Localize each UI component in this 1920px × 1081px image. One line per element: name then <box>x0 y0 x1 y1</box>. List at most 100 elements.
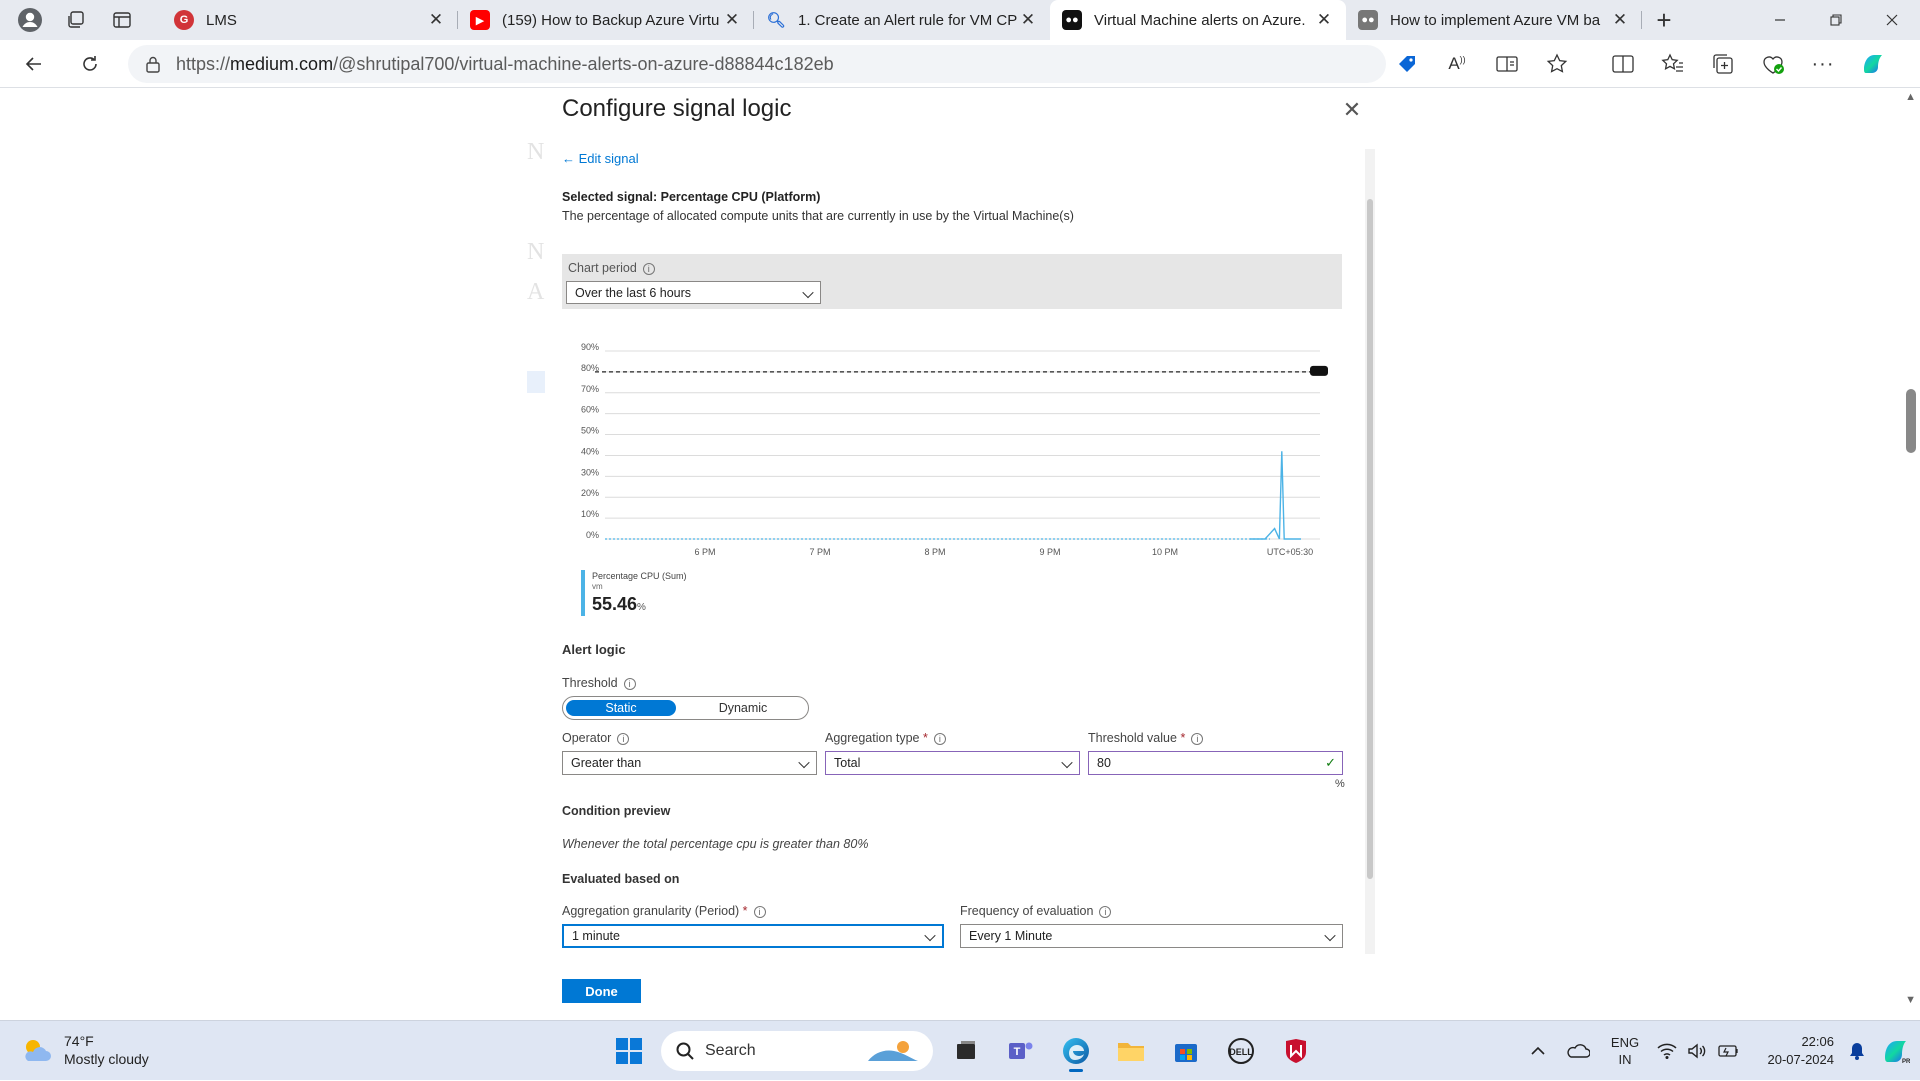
copilot-icon[interactable] <box>1848 44 1898 84</box>
chart-period-dropdown[interactable]: Over the last 6 hours <box>566 281 821 304</box>
toolbar-right: A)) ··· <box>1382 40 1898 88</box>
edge-icon[interactable] <box>1053 1029 1098 1073</box>
battery-icon[interactable] <box>1712 1031 1746 1071</box>
clock[interactable]: 22:06 20-07-2024 <box>1746 1033 1835 1069</box>
restore-icon[interactable] <box>1808 0 1864 40</box>
operator-dropdown[interactable]: Greater than <box>562 751 817 775</box>
dynamic-option[interactable]: Dynamic <box>683 700 803 716</box>
info-icon[interactable]: i <box>642 262 655 275</box>
address-bar[interactable]: https://medium.com/@shrutipal700/virtual… <box>128 45 1386 83</box>
close-tab-icon[interactable]: ✕ <box>1314 10 1334 30</box>
y-tick-label: 90% <box>581 342 599 352</box>
info-icon[interactable]: i <box>933 732 946 745</box>
medium-favicon: ●● <box>1358 10 1378 30</box>
shopping-tag-icon[interactable] <box>1382 44 1432 84</box>
tab-strip-left-controls <box>0 0 162 40</box>
dialog-scrollbar-thumb[interactable] <box>1367 199 1373 879</box>
legend-value-number: 55.46 <box>592 594 638 614</box>
task-view-icon[interactable] <box>943 1029 988 1073</box>
search-favicon: 🔍︎ <box>766 12 786 29</box>
aggregation-type-dropdown[interactable]: Total <box>825 751 1080 775</box>
back-icon[interactable] <box>12 44 56 84</box>
frequency-label-row: Frequency of evaluation i <box>960 904 1112 918</box>
done-button[interactable]: Done <box>562 979 641 1003</box>
tab-medium[interactable]: ●● How to implement Azure VM ba ✕ <box>1346 0 1642 40</box>
copilot-taskbar-icon[interactable]: PRE <box>1872 1031 1920 1071</box>
browser-essentials-icon[interactable] <box>1748 44 1798 84</box>
required-mark: * <box>742 904 748 918</box>
tab-lms[interactable]: G LMS ✕ <box>162 0 458 40</box>
static-option[interactable]: Static <box>566 700 676 716</box>
close-tab-icon[interactable]: ✕ <box>1610 10 1630 30</box>
close-window-icon[interactable] <box>1864 0 1920 40</box>
aggregation-type-label: Aggregation type <box>825 731 920 745</box>
page-scrollbar-thumb[interactable] <box>1906 389 1916 453</box>
tab-search[interactable]: 🔍︎ 1. Create an Alert rule for VM CP ✕ <box>754 0 1050 40</box>
info-icon[interactable]: i <box>617 732 630 745</box>
scroll-up-icon[interactable]: ▲ <box>1905 91 1916 103</box>
info-icon[interactable]: i <box>753 905 766 918</box>
file-explorer-icon[interactable] <box>1108 1029 1153 1073</box>
wifi-icon[interactable] <box>1652 1031 1682 1071</box>
tab-youtube[interactable]: ▶ (159) How to Backup Azure Virtu ✕ <box>458 0 754 40</box>
dialog-scrollbar[interactable] <box>1365 149 1375 954</box>
teams-icon[interactable]: T <box>998 1029 1043 1073</box>
immersive-reader-icon[interactable] <box>1482 44 1532 84</box>
chevron-down-icon <box>1061 756 1073 769</box>
background-glyph: N <box>527 139 545 165</box>
language-indicator[interactable]: ENG IN <box>1598 1034 1652 1068</box>
more-options-icon[interactable]: ··· <box>1798 44 1848 84</box>
notifications-icon[interactable] <box>1842 1031 1872 1071</box>
condition-preview-text: Whenever the total percentage cpu is gre… <box>562 837 869 851</box>
tab-title: LMS <box>206 11 237 29</box>
operator-label: Operator <box>562 731 612 745</box>
mcafee-icon[interactable] <box>1273 1029 1318 1073</box>
close-tab-icon[interactable]: ✕ <box>722 10 742 30</box>
microsoft-store-icon[interactable] <box>1163 1029 1208 1073</box>
threshold-marker <box>1310 365 1328 376</box>
close-tab-icon[interactable]: ✕ <box>1018 10 1038 30</box>
check-icon: ✓ <box>1325 755 1336 770</box>
onedrive-icon[interactable] <box>1558 1031 1598 1071</box>
url-prefix: https:// <box>176 53 231 74</box>
edit-signal-link[interactable]: ← Edit signal <box>562 151 639 166</box>
threshold-value-label: Threshold value <box>1088 731 1177 745</box>
granularity-dropdown[interactable]: 1 minute <box>562 924 944 948</box>
legend-series-name: Percentage CPU (Sum) <box>592 571 687 581</box>
windows-taskbar: 74°F Mostly cloudy Search T DELL ENG IN 2… <box>0 1020 1920 1080</box>
close-icon[interactable]: ✕ <box>1337 97 1367 123</box>
start-icon[interactable] <box>606 1029 651 1073</box>
chart-period-label: Chart period <box>568 261 637 275</box>
frequency-dropdown[interactable]: Every 1 Minute <box>960 924 1343 948</box>
cpu-chart: 90%80%70%60%50%40%30%20%10%0%6 PM 7 PM 8 P… <box>581 342 1328 557</box>
favorites-icon[interactable] <box>1648 44 1698 84</box>
new-tab-button[interactable]: + <box>1642 0 1686 40</box>
y-tick-label: 10% <box>581 509 599 519</box>
weather-widget[interactable]: 74°F Mostly cloudy <box>20 1032 149 1068</box>
search-highlight-icon <box>868 1041 918 1061</box>
workspaces-icon[interactable] <box>56 2 96 38</box>
refresh-icon[interactable] <box>68 44 112 84</box>
page-scrollbar[interactable]: ▲ ▼ <box>1900 89 1920 1014</box>
read-aloud-icon[interactable]: A)) <box>1432 44 1482 84</box>
language-bottom: IN <box>1618 1052 1632 1067</box>
tab-medium-active[interactable]: ●● Virtual Machine alerts on Azure. ✕ <box>1050 0 1346 40</box>
info-icon[interactable]: i <box>1099 905 1112 918</box>
taskbar-search[interactable]: Search <box>661 1031 933 1071</box>
dell-icon[interactable]: DELL <box>1218 1029 1263 1073</box>
volume-icon[interactable] <box>1682 1031 1712 1071</box>
vertical-tabs-icon[interactable] <box>102 2 142 38</box>
profile-icon[interactable] <box>10 2 50 38</box>
threshold-value-input[interactable]: 80 ✓ <box>1088 751 1343 775</box>
required-mark: * <box>923 731 928 745</box>
scroll-down-icon[interactable]: ▼ <box>1905 994 1916 1006</box>
collections-icon[interactable] <box>1698 44 1748 84</box>
favorite-star-icon[interactable] <box>1532 44 1582 84</box>
close-tab-icon[interactable]: ✕ <box>426 10 446 30</box>
info-icon[interactable]: i <box>1191 732 1204 745</box>
chevron-up-icon[interactable] <box>1518 1031 1558 1071</box>
minimize-icon[interactable] <box>1752 0 1808 40</box>
lock-icon[interactable] <box>146 56 160 73</box>
info-icon[interactable]: i <box>623 677 636 690</box>
split-screen-icon[interactable] <box>1598 44 1648 84</box>
